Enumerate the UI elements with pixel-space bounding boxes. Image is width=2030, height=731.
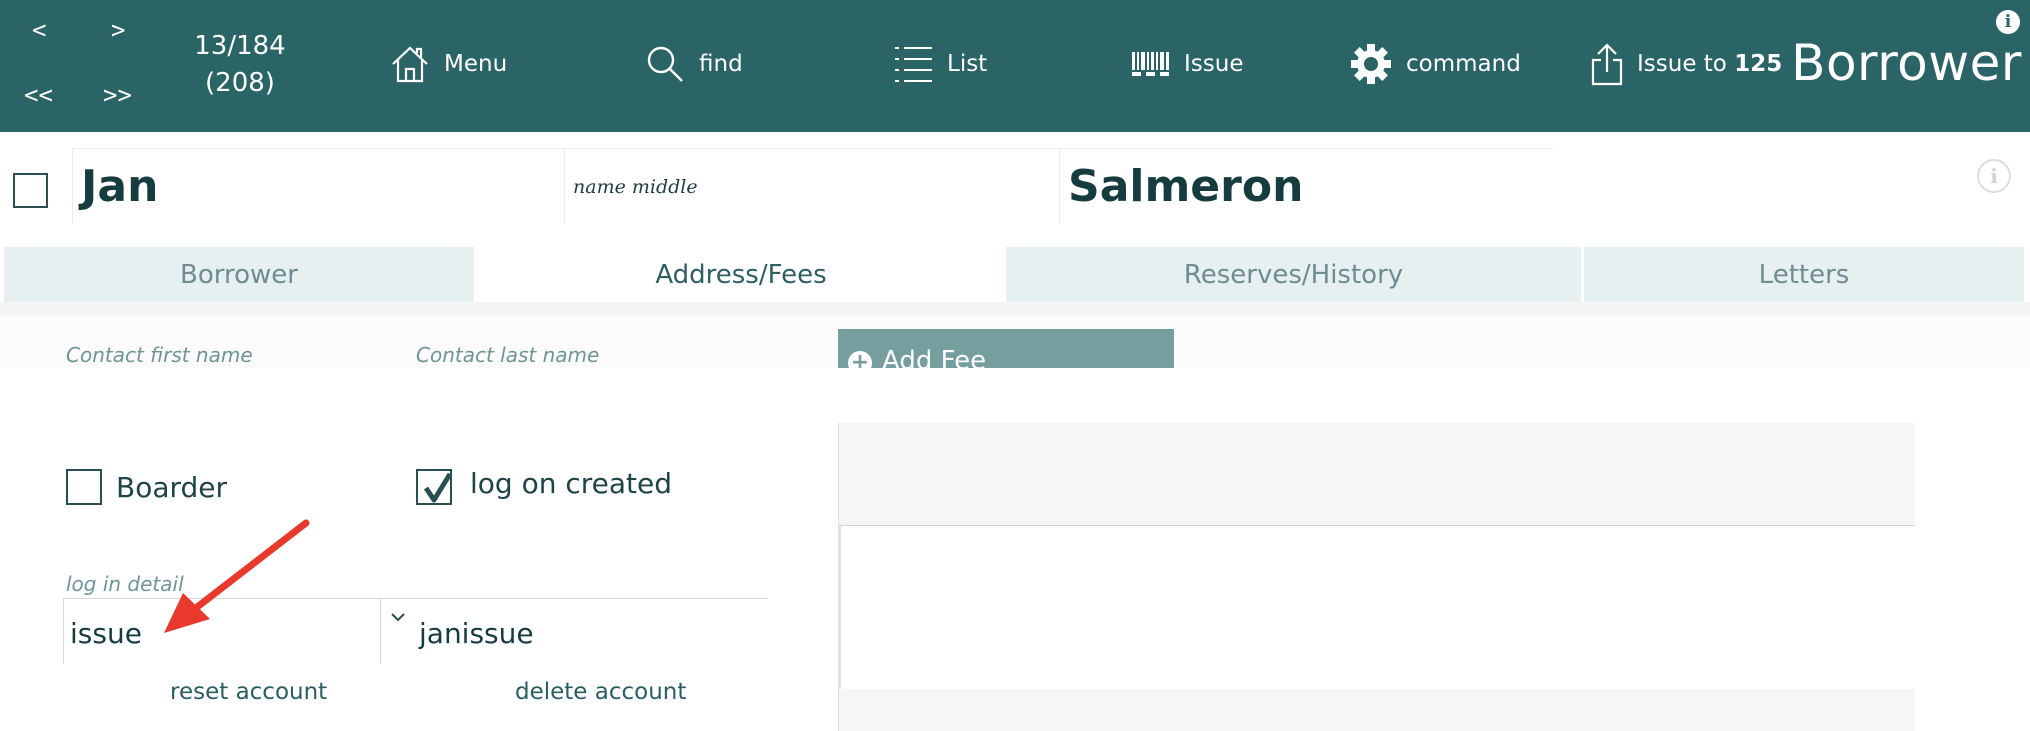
record-position: 13/184 [194, 31, 286, 61]
contact-first-name-field[interactable]: Contact first name [66, 343, 253, 367]
command-label: command [1406, 51, 1521, 77]
checkmark-icon [423, 472, 453, 503]
tab-letters[interactable]: Letters [1584, 247, 2024, 302]
issue-to-count: 125 [1734, 51, 1783, 77]
login-account-value: janissue [419, 617, 534, 650]
boarder-checkbox[interactable] [66, 469, 102, 505]
list-icon [893, 44, 933, 84]
home-icon [390, 44, 430, 84]
issue-to-button[interactable]: Issue to 125 [1591, 40, 1782, 88]
annotation-arrow-icon [164, 519, 310, 633]
issue-to-text: Issue to [1637, 51, 1727, 77]
top-toolbar: < > << >> 13/184 (208) Menu find List Is… [0, 0, 2030, 132]
last-record-button[interactable]: >> [103, 81, 132, 109]
reset-account-button[interactable]: reset account [170, 679, 327, 705]
middle-name-field[interactable]: name middle [564, 148, 1059, 224]
first-name-field[interactable]: Jan [72, 148, 564, 224]
delete-account-button[interactable]: delete account [515, 679, 686, 705]
layout-title: Borrower [1791, 34, 2022, 92]
record-select-checkbox[interactable] [13, 173, 48, 208]
command-button[interactable]: command [1350, 40, 1521, 88]
add-fee-label: Add Fee [882, 346, 987, 368]
add-fee-button[interactable]: + Add Fee [838, 329, 1174, 368]
gear-icon [1350, 43, 1392, 85]
find-label: find [699, 51, 743, 77]
menu-label: Menu [444, 51, 508, 77]
log-on-created-label: log on created [470, 467, 673, 500]
fees-portal-row[interactable] [839, 689, 1915, 731]
login-account-select[interactable]: janissue [381, 599, 767, 664]
fees-portal-row[interactable] [839, 423, 1915, 526]
fees-portal-row[interactable] [839, 526, 1915, 689]
next-record-button[interactable]: > [111, 16, 125, 44]
plus-circle-icon: + [848, 351, 872, 368]
find-button[interactable]: find [645, 40, 743, 88]
record-total: (208) [205, 68, 275, 98]
last-name-field[interactable]: Salmeron [1059, 148, 1554, 224]
list-label: List [947, 51, 988, 77]
tab-divider [0, 302, 2030, 316]
tab-reserves-history[interactable]: Reserves/History [1006, 247, 1581, 302]
log-on-created-checkbox[interactable] [416, 469, 453, 505]
menu-button[interactable]: Menu [390, 40, 507, 88]
chevron-down-icon [391, 613, 405, 622]
fees-portal [838, 423, 1915, 731]
tab-borrower[interactable]: Borrower [4, 247, 474, 302]
upload-icon [1591, 42, 1623, 86]
search-icon [645, 44, 685, 84]
tab-address-fees[interactable]: Address/Fees [478, 247, 1004, 302]
barcode-icon [1132, 50, 1170, 78]
first-record-button[interactable]: << [24, 81, 53, 109]
issue-label: Issue [1184, 51, 1244, 77]
contact-last-name-field[interactable]: Contact last name [416, 343, 599, 367]
issue-to-label: Issue to 125 [1637, 51, 1782, 77]
list-button[interactable]: List [893, 40, 987, 88]
boarder-label: Boarder [116, 471, 228, 504]
record-counter: 13/184 (208) [180, 28, 300, 102]
record-info-icon[interactable]: i [1977, 159, 2011, 193]
previous-record-button[interactable]: < [32, 16, 46, 44]
info-icon[interactable]: i [1996, 10, 2020, 34]
issue-button[interactable]: Issue [1132, 40, 1243, 88]
